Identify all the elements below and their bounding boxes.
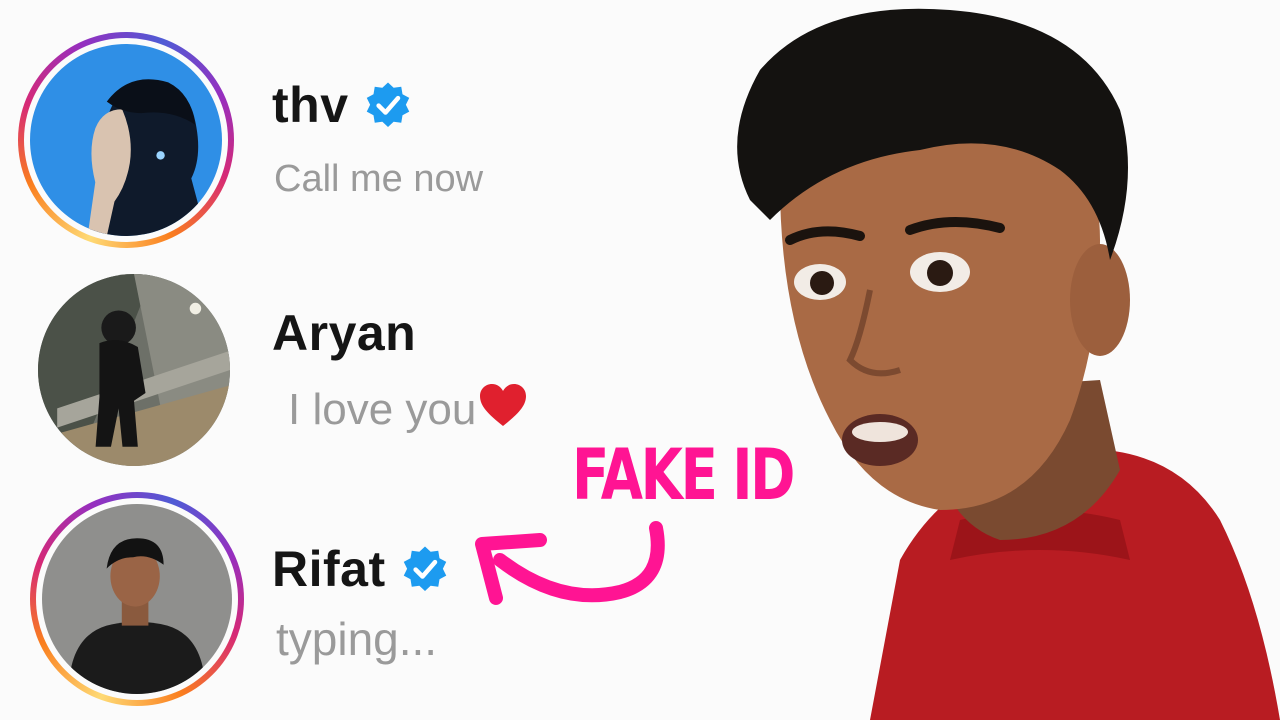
contact-name: thv [272,77,349,133]
red-heart-icon [478,382,528,428]
verified-badge-icon [400,544,450,594]
avatar-story-ring[interactable] [18,32,234,248]
verified-badge-icon [363,80,413,130]
contact-name: Rifat [272,541,386,597]
message-preview: I love you [288,382,528,432]
message-preview-text: I love you [288,385,477,434]
avatar[interactable] [42,504,232,694]
avatar[interactable] [38,274,230,466]
avatar-story-ring[interactable] [30,492,244,706]
avatar-no-ring[interactable] [38,274,230,466]
contact-name: Aryan [272,305,417,361]
chat-row-thv[interactable]: thv Call me now [0,32,740,252]
curved-arrow-icon [460,520,680,620]
reaction-person-image [700,0,1280,720]
avatar[interactable] [30,44,222,236]
typing-indicator: typing... [276,613,438,665]
message-preview: Call me now [274,158,484,200]
